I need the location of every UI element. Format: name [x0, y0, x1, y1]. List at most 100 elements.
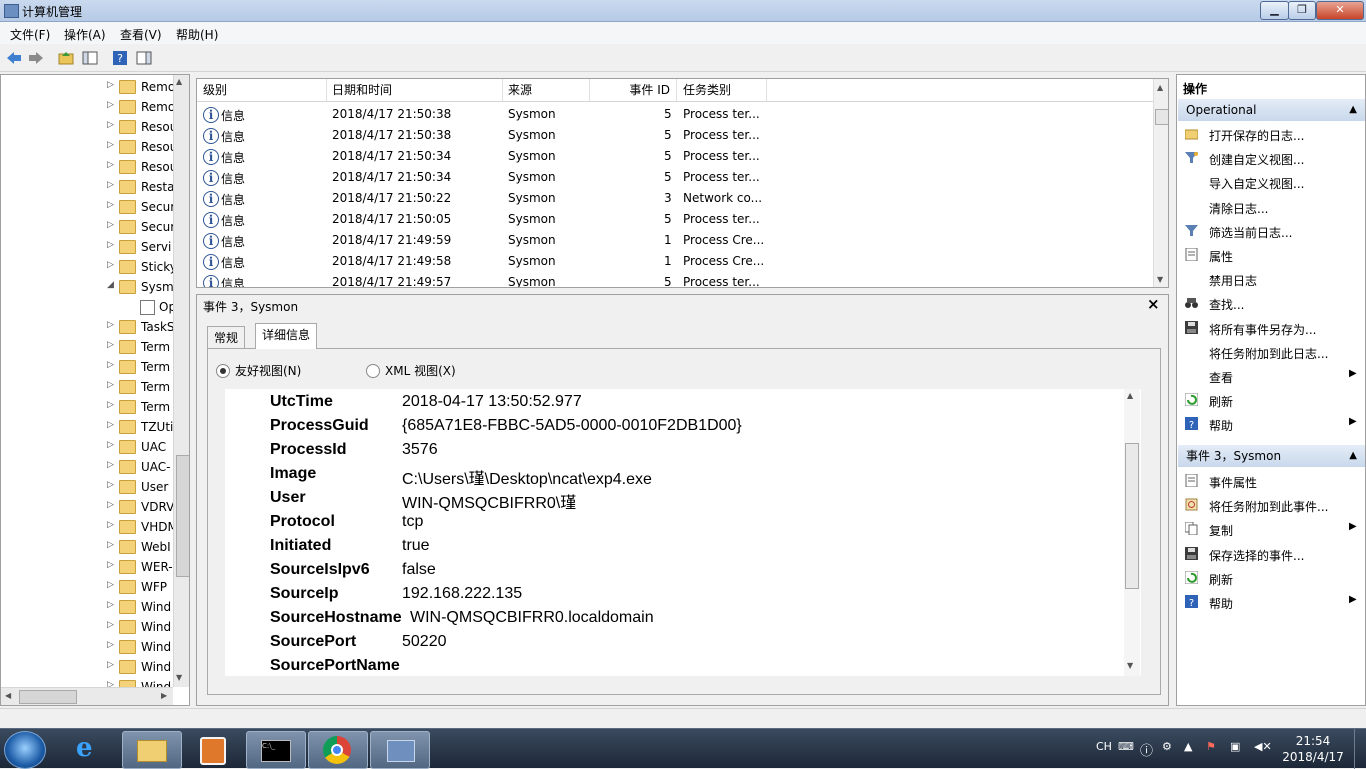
menu-help[interactable]: 帮助(H)	[176, 26, 218, 43]
taskbar-media-player-icon[interactable]	[182, 731, 240, 767]
detail-scrollbar[interactable]: ▲ ▼	[1124, 389, 1140, 676]
scroll-up-icon[interactable]: ▲	[1157, 83, 1163, 92]
action-item[interactable]: ? 帮助 ▶	[1177, 413, 1365, 435]
expand-arrow-icon[interactable]: ▷	[107, 360, 114, 370]
taskbar-computer-management-icon[interactable]	[370, 731, 430, 769]
tree-item[interactable]: ▷ Resou	[1, 157, 177, 177]
action-item[interactable]: 将所有事件另存为...	[1177, 317, 1365, 339]
close-detail-button[interactable]: ×	[1147, 295, 1160, 313]
action-item[interactable]: 将任务附加到此日志...	[1177, 341, 1365, 363]
expand-arrow-icon[interactable]: ▷	[107, 380, 114, 390]
expand-arrow-icon[interactable]: ▷	[107, 460, 114, 470]
expand-arrow-icon[interactable]: ▷	[107, 320, 114, 330]
expand-arrow-icon[interactable]: ▷	[107, 240, 114, 250]
tree-item[interactable]: Op	[1, 297, 176, 317]
tree-item[interactable]: ▷ User	[1, 477, 173, 497]
action-item[interactable]: 创建自定义视图...	[1177, 147, 1365, 169]
scroll-right-icon[interactable]: ▶	[161, 691, 167, 700]
action-item[interactable]: 刷新	[1177, 389, 1365, 411]
scroll-down-icon[interactable]: ▼	[1127, 661, 1133, 670]
keyboard-icon[interactable]: ⌨	[1118, 740, 1134, 753]
volume-icon[interactable]: ◀✕	[1254, 740, 1272, 753]
help-tray-icon[interactable]: ⓘ	[1140, 740, 1153, 759]
event-row[interactable]: i 信息 2018/4/17 21:50:05 Sysmon 5 Process ter.…	[197, 209, 1153, 230]
scroll-down-icon[interactable]: ▼	[176, 673, 182, 682]
tree-item[interactable]: ▷ Term	[1, 357, 173, 377]
close-button[interactable]: ✕	[1316, 1, 1364, 20]
tree-item[interactable]: ▷ Wind	[1, 657, 173, 677]
action-item[interactable]: 属性	[1177, 244, 1365, 266]
tree-vertical-scrollbar[interactable]: ▲ ▼	[173, 75, 189, 687]
tree-scroll-thumb[interactable]	[176, 455, 189, 577]
clock[interactable]: 21:54 2018/4/17	[1282, 733, 1344, 765]
tree-item[interactable]: ▷ TaskS	[1, 317, 175, 337]
up-folder-icon[interactable]	[58, 50, 74, 66]
expand-arrow-icon[interactable]: ▷	[107, 220, 114, 230]
tree-item[interactable]: ▷ VDRV	[1, 497, 174, 517]
tree-item[interactable]: ▷ Wind	[1, 597, 173, 617]
show-hide-action-pane-icon[interactable]	[136, 50, 152, 66]
action-item[interactable]: 清除日志...	[1177, 196, 1365, 218]
event-row[interactable]: i 信息 2018/4/17 21:49:57 Sysmon 5 Process ter.…	[197, 272, 1153, 287]
expand-arrow-icon[interactable]: ▷	[107, 80, 114, 90]
tree-item[interactable]: ▷ TZUti	[1, 417, 173, 437]
expand-arrow-icon[interactable]: ▷	[107, 480, 114, 490]
tab-details[interactable]: 详细信息	[255, 323, 318, 349]
action-item[interactable]: 禁用日志	[1177, 268, 1365, 290]
tree-item[interactable]: ▷ Term	[1, 397, 173, 417]
expand-arrow-icon[interactable]: ▷	[107, 620, 114, 630]
tree-item[interactable]: ▷ Secur	[1, 217, 175, 237]
tree-item[interactable]: ▷ Wind	[1, 617, 173, 637]
expand-arrow-icon[interactable]: ▷	[107, 580, 114, 590]
menu-action[interactable]: 操作(A)	[64, 26, 106, 43]
expand-arrow-icon[interactable]: ▷	[107, 560, 114, 570]
ime-indicator[interactable]: CH	[1096, 740, 1112, 753]
tree-item[interactable]: ▷ Servi	[1, 237, 173, 257]
friendly-view-radio[interactable]	[216, 364, 230, 378]
show-hide-console-tree-icon[interactable]	[82, 50, 98, 66]
expand-arrow-icon[interactable]: ▷	[107, 120, 114, 130]
menu-file[interactable]: 文件(F)	[10, 26, 50, 43]
tree-item[interactable]: ▷ Secur	[1, 197, 175, 217]
collapse-icon[interactable]: ▲	[1349, 445, 1357, 467]
xml-view-label[interactable]: XML 视图(X)	[385, 362, 456, 379]
network-icon[interactable]: ▣	[1230, 740, 1240, 753]
action-item[interactable]: 将任务附加到此事件...	[1177, 494, 1365, 516]
tree-item[interactable]: ▷ UAC-	[1, 457, 173, 477]
tree-item[interactable]: ▷ Resta	[1, 177, 175, 197]
action-item[interactable]: ? 帮助 ▶	[1177, 591, 1365, 613]
expand-arrow-icon[interactable]: ▷	[107, 440, 114, 450]
tree-item[interactable]: ▷ WFP	[1, 577, 173, 597]
expand-arrow-icon[interactable]: ▷	[107, 640, 114, 650]
event-scroll-thumb[interactable]	[1155, 109, 1168, 125]
action-item[interactable]: 打开保存的日志...	[1177, 123, 1365, 145]
tree-item[interactable]: ▷ Term	[1, 377, 173, 397]
action-item[interactable]: 导入自定义视图...	[1177, 171, 1365, 193]
menu-view[interactable]: 查看(V)	[120, 26, 162, 43]
taskbar-ie-icon[interactable]: e	[62, 731, 120, 767]
column-datetime[interactable]: 日期和时间	[327, 79, 503, 101]
event-row[interactable]: i 信息 2018/4/17 21:49:59 Sysmon 1 Process Cre.…	[197, 230, 1153, 251]
tree-item[interactable]: ▷ VHDM	[1, 517, 178, 537]
event-list-scrollbar[interactable]: ▲ ▼	[1153, 79, 1168, 287]
minimize-button[interactable]: ▁	[1260, 1, 1289, 20]
expand-arrow-icon[interactable]: ▷	[107, 400, 114, 410]
expand-arrow-icon[interactable]: ▷	[107, 140, 114, 150]
event-row[interactable]: i 信息 2018/4/17 21:50:38 Sysmon 5 Process ter.…	[197, 104, 1153, 125]
event-row[interactable]: i 信息 2018/4/17 21:49:58 Sysmon 1 Process Cre.…	[197, 251, 1153, 272]
action-item[interactable]: 保存选择的事件...	[1177, 543, 1365, 565]
start-button[interactable]	[4, 731, 46, 769]
expand-arrow-icon[interactable]: ▷	[107, 100, 114, 110]
maximize-button[interactable]: ❐	[1288, 1, 1316, 20]
scroll-up-icon[interactable]: ▲	[1127, 391, 1133, 400]
action-item[interactable]: 查看 ▶	[1177, 365, 1365, 387]
expand-arrow-icon[interactable]: ▷	[107, 660, 114, 670]
expand-arrow-icon[interactable]: ▷	[107, 340, 114, 350]
action-item[interactable]: 查找...	[1177, 292, 1365, 314]
ime-options-icon[interactable]: ⚙	[1162, 740, 1172, 753]
tree-item[interactable]: ▷ WebI	[1, 537, 173, 557]
console-tree[interactable]: ▷ Remo ▷ Remo ▷ Resou ▷ Resou ▷ Resou ▷ Resta ▷ Secur…	[0, 74, 190, 706]
help-icon[interactable]: ?	[112, 50, 128, 66]
friendly-view-label[interactable]: 友好视图(N)	[235, 362, 301, 379]
tree-item[interactable]: ▷ Term	[1, 337, 173, 357]
